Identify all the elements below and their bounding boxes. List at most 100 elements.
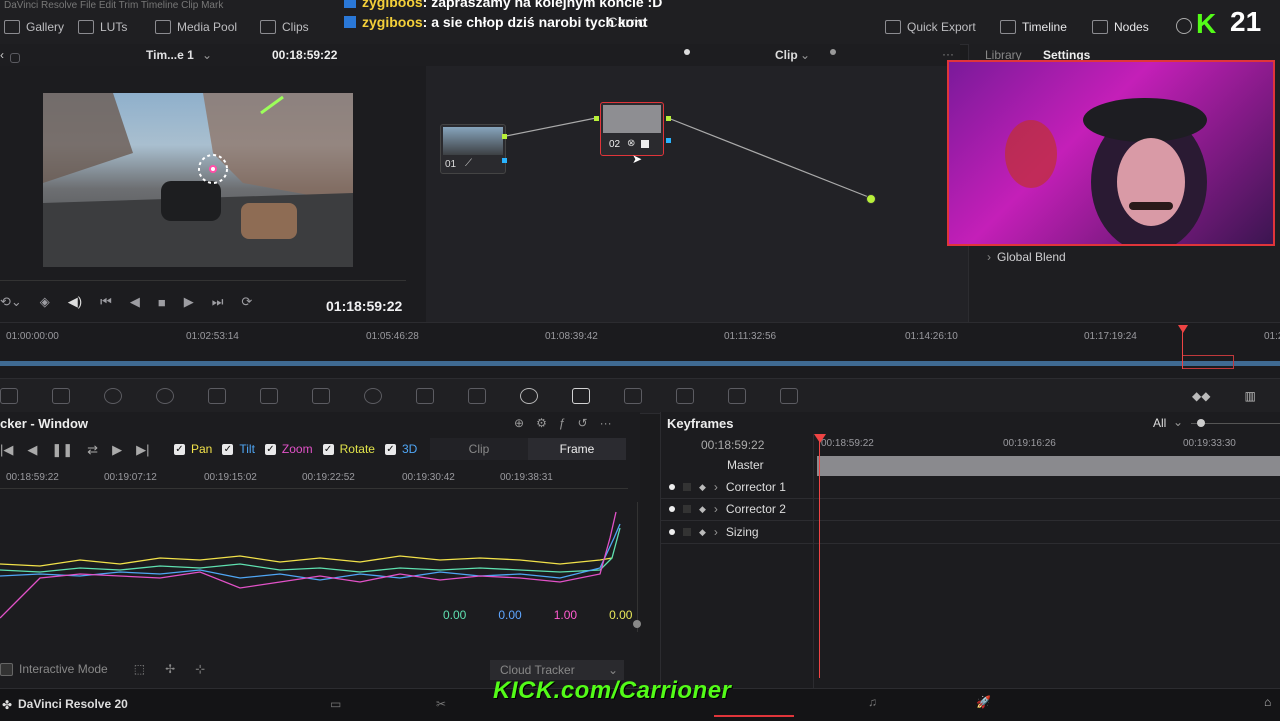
keyframe-track-row[interactable]: ◆ › Corrector 1: [669, 480, 786, 494]
keyframe-track-row[interactable]: ◆ › Sizing: [669, 525, 759, 539]
gallery-button[interactable]: Gallery: [4, 20, 64, 34]
track-reverse-icon[interactable]: ◀: [27, 442, 37, 458]
pan-checkbox[interactable]: ✓: [174, 443, 185, 455]
node-02[interactable]: 02 ⊗: [600, 102, 664, 156]
rotate-checkbox[interactable]: ✓: [322, 443, 334, 455]
track-enable-icon[interactable]: [669, 506, 675, 512]
curves-icon[interactable]: [0, 388, 18, 404]
output-node[interactable]: [866, 194, 876, 204]
node-output-alpha[interactable]: [666, 138, 671, 143]
more-options-icon[interactable]: ···: [600, 416, 612, 430]
volume-icon[interactable]: ◀): [68, 294, 82, 310]
track-lock-icon[interactable]: [683, 505, 691, 513]
track-lock-icon[interactable]: [683, 483, 691, 491]
track-forward-end-icon[interactable]: ▶|: [136, 442, 149, 458]
zoom-checkbox[interactable]: ✓: [264, 443, 276, 455]
clip-mode-dropdown[interactable]: Clip: [775, 48, 798, 62]
magic-mask-icon[interactable]: [260, 388, 278, 404]
deliver-page-icon[interactable]: 🚀: [976, 695, 991, 709]
keyframe-diamond-icon[interactable]: ◆: [699, 504, 706, 515]
pause-icon[interactable]: ❚❚: [51, 442, 73, 458]
chevron-right-icon[interactable]: ›: [714, 502, 718, 516]
node-output-rgb[interactable]: [502, 134, 507, 139]
active-tracker-icon[interactable]: [572, 388, 590, 404]
node-output-alpha[interactable]: [502, 158, 507, 163]
interactive-mode-checkbox[interactable]: [0, 662, 13, 676]
quick-export-button[interactable]: Quick Export: [885, 20, 976, 34]
3d-icon[interactable]: [520, 388, 538, 404]
timeline-button[interactable]: Timeline: [1000, 20, 1067, 34]
luts-button[interactable]: LUTs: [78, 20, 127, 34]
scopes-icon[interactable]: ▥: [1244, 389, 1255, 403]
track-enable-icon[interactable]: [669, 484, 675, 490]
tracker-crosshair-icon[interactable]: [193, 149, 233, 189]
loop-dropdown-icon[interactable]: ⟲⌄: [0, 294, 22, 310]
viewer-options-icon[interactable]: [10, 52, 20, 66]
color-warper-icon[interactable]: [52, 388, 70, 404]
stereo-icon[interactable]: [676, 388, 694, 404]
node-output-rgb[interactable]: [666, 116, 671, 121]
motion-effects-icon[interactable]: [624, 388, 642, 404]
track-enable-icon[interactable]: [669, 529, 675, 535]
chevron-right-icon[interactable]: ›: [714, 480, 718, 494]
layers-icon[interactable]: ◈: [40, 294, 50, 310]
home-icon[interactable]: ⌂: [1264, 695, 1271, 709]
graph-scroll-handle[interactable]: [633, 620, 641, 628]
cut-page-icon[interactable]: ✂: [436, 697, 446, 711]
tab-clip[interactable]: Clip: [430, 438, 528, 460]
track-lock-icon[interactable]: [683, 528, 691, 536]
play-icon[interactable]: ▶: [184, 294, 194, 310]
3d-checkbox[interactable]: ✓: [384, 443, 396, 455]
play-reverse-icon[interactable]: ◀: [130, 294, 140, 310]
global-blend-row[interactable]: › Global Blend: [987, 250, 1066, 264]
add-point-icon[interactable]: ✢: [165, 662, 175, 676]
viewer-scrubber[interactable]: [0, 280, 406, 281]
mini-timeline[interactable]: 01:00:00:00 01:02:53:14 01:05:46:28 01:0…: [0, 322, 1280, 379]
graph-scrollbar[interactable]: [637, 502, 638, 632]
node-input-rgb[interactable]: [594, 116, 599, 121]
fx-icon[interactable]: ƒ: [559, 416, 566, 430]
delete-point-icon[interactable]: ⊹: [195, 662, 205, 676]
clips-button[interactable]: Clips: [260, 20, 309, 34]
3d-tool-icon[interactable]: [780, 388, 798, 404]
keyframe-nav-icon[interactable]: ◆◆: [1192, 389, 1210, 403]
nodes-button[interactable]: Nodes: [1092, 20, 1149, 34]
eyedropper-icon[interactable]: [468, 388, 486, 404]
track-both-icon[interactable]: ⇄: [87, 442, 98, 458]
crosshair-icon[interactable]: ⊕: [514, 416, 524, 430]
skip-last-icon[interactable]: ⏭: [212, 294, 224, 310]
tracker-settings-icon[interactable]: ⚙: [536, 416, 547, 430]
keyframe-track-row[interactable]: ◆ › Corrector 2: [669, 502, 786, 516]
timeline-clip-bar[interactable]: [0, 361, 1280, 366]
blur-icon[interactable]: [312, 388, 330, 404]
stop-icon[interactable]: ■: [158, 295, 166, 310]
reset-icon[interactable]: ↺: [578, 416, 588, 430]
chevron-right-icon[interactable]: ›: [714, 525, 718, 539]
more-options-icon[interactable]: ···: [942, 47, 954, 61]
qualifier-icon[interactable]: [104, 388, 122, 404]
tilt-checkbox[interactable]: ✓: [222, 443, 234, 455]
node-01[interactable]: 01 ⟋: [440, 124, 506, 174]
keyframe-diamond-icon[interactable]: ◆: [699, 482, 706, 493]
media-pool-button[interactable]: Media Pool: [155, 20, 237, 34]
sizing-icon[interactable]: [416, 388, 434, 404]
loop-icon[interactable]: ⟳: [241, 294, 252, 310]
keyframes-playhead[interactable]: [819, 436, 820, 678]
app-menu-bar[interactable]: DaVinci Resolve File Edit Trim Timeline …: [4, 0, 223, 11]
track-back-icon[interactable]: |◀: [0, 442, 13, 458]
media-page-icon[interactable]: ▭: [330, 697, 341, 711]
zoom-slider-handle[interactable]: [1197, 419, 1205, 427]
select-tool-icon[interactable]: ⬚: [134, 662, 145, 676]
window-icon[interactable]: [156, 388, 174, 404]
render-icon[interactable]: [728, 388, 746, 404]
key-icon[interactable]: [364, 388, 382, 404]
track-forward-icon[interactable]: ▶: [112, 442, 122, 458]
master-track-bar[interactable]: [817, 456, 1280, 476]
fairlight-page-icon[interactable]: ♫: [868, 695, 877, 709]
timeline-name-dropdown[interactable]: Tim...e 1: [146, 48, 194, 62]
tab-frame[interactable]: Frame: [528, 438, 626, 460]
keyframe-filter-dropdown[interactable]: All: [1153, 416, 1166, 430]
tracker-tool-icon[interactable]: [208, 388, 226, 404]
video-frame[interactable]: [43, 93, 353, 267]
skip-first-icon[interactable]: ⏮: [100, 294, 112, 310]
